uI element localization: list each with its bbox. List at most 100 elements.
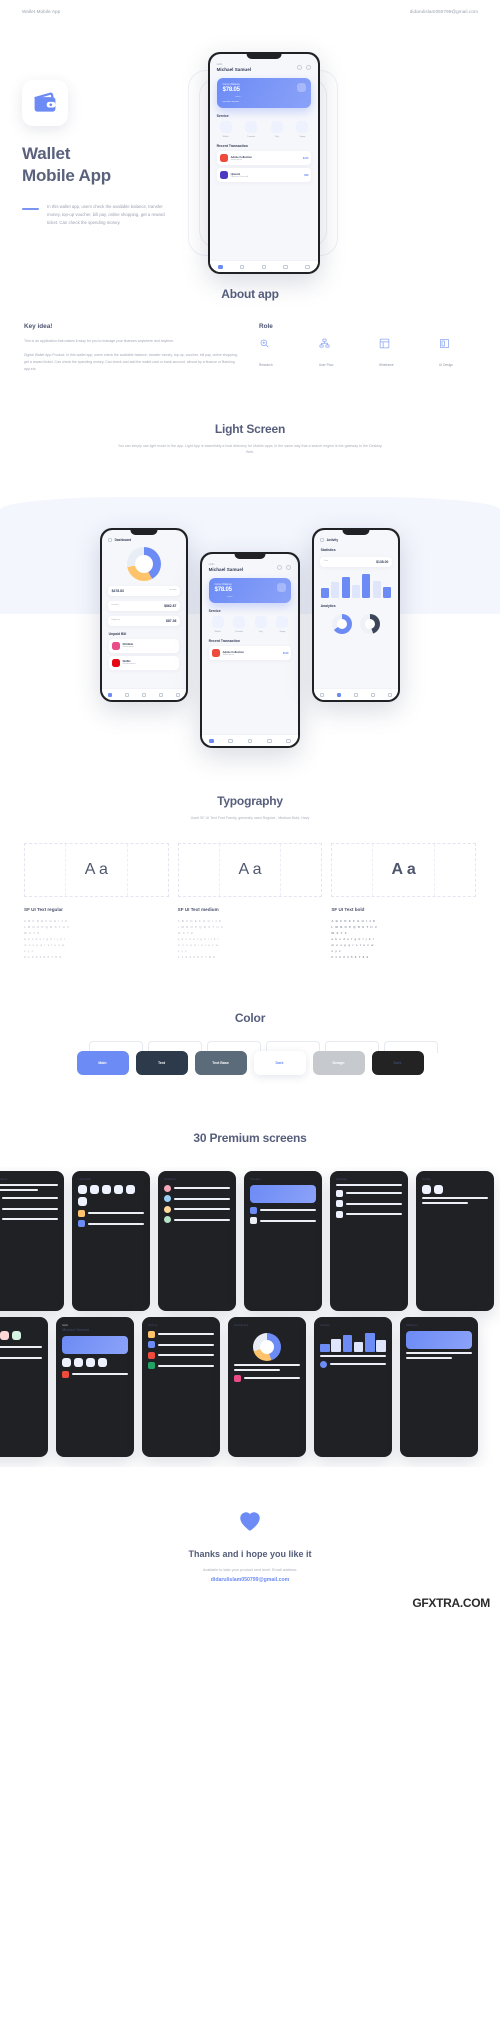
color-swatch-dark-light[interactable]: Dark (253, 1051, 306, 1076)
bell-icon[interactable] (306, 64, 312, 70)
service-item-topup[interactable]: Topup (273, 615, 291, 633)
heart-icon[interactable] (267, 738, 272, 744)
user-name: Michael Samuel (62, 1328, 90, 1333)
wallet-icon[interactable] (247, 738, 253, 744)
mini-balance-card (250, 1185, 316, 1204)
app-icon (234, 1374, 242, 1382)
phone-frame-home-center: Hello Michael Samuel Current Balance $78… (200, 551, 300, 748)
back-arrow-icon[interactable] (319, 537, 324, 542)
transaction-amount: $120 (302, 156, 309, 160)
transaction-sub: Payment Received (230, 175, 249, 178)
chip-cost[interactable]: Cost (324, 560, 329, 564)
service-item-pay[interactable]: Pay (268, 120, 286, 138)
mini-screen: Dashboard (229, 1318, 305, 1382)
app-icon (78, 1220, 86, 1228)
user-flow-icon (319, 338, 330, 348)
home-icon[interactable] (107, 692, 113, 698)
card-icon[interactable] (124, 692, 130, 698)
mini-row (62, 1370, 128, 1378)
bell-icon[interactable] (286, 564, 292, 570)
upwork-icon (219, 171, 228, 180)
transaction-row[interactable]: Adobe Collection Subscription $120 (216, 151, 312, 166)
balance-amount: $78.05 (214, 586, 232, 593)
profile-icon[interactable] (175, 692, 181, 698)
color-swatch-main[interactable]: Main (76, 1051, 129, 1076)
wallet-icon[interactable] (261, 264, 267, 270)
greeting-label: Hello (62, 1324, 69, 1328)
mini-title: Transfer (250, 1178, 261, 1182)
footer-title: Thanks and i hope you like it (188, 1549, 312, 1560)
recent-transaction-title: Recent Transaction (216, 144, 248, 149)
card-icon[interactable] (336, 692, 342, 698)
profile-icon[interactable] (387, 692, 393, 698)
bill-row[interactable]: Netflix Entertainment (108, 655, 180, 670)
dashboard-title: Dashboard (114, 537, 132, 542)
transfer-icon (245, 120, 258, 133)
user-name: Michael Samuel (208, 566, 244, 572)
dashboard-donut-chart (127, 546, 161, 581)
home-icon[interactable] (209, 738, 214, 744)
stat-value: $87.36 (166, 618, 177, 623)
about-section: About app Key idea! This is an applicati… (0, 279, 500, 380)
mini-bar (157, 1343, 214, 1346)
wallet-icon[interactable] (141, 692, 147, 698)
footer-email[interactable]: didarulislam050799@gmail.com (0, 1577, 500, 1583)
service-item-topup[interactable]: Topup (293, 120, 311, 138)
search-icon[interactable] (277, 564, 283, 570)
color-swatch-text-base[interactable]: Text Base (194, 1051, 247, 1076)
typography-cards: A a SF UI Text regular A B C D E F G H I… (0, 821, 500, 961)
color-swatch-dark[interactable]: Dark (371, 1051, 424, 1076)
search-icon[interactable] (297, 64, 303, 70)
transaction-row[interactable]: Adobe Collection Subscription $120 (208, 646, 292, 661)
avatar (164, 1205, 172, 1213)
swatch-wrap: Text (135, 1041, 202, 1076)
heart-icon[interactable] (158, 692, 164, 698)
mini-line (0, 1184, 58, 1187)
glyph-list: A B C D E F G H I J K L M N O P Q R S T … (331, 919, 476, 961)
card-number: **** **** **** 1234 (222, 95, 241, 98)
dashboard-stat-row: Income $862.87 (107, 600, 181, 611)
mini-line (234, 1364, 300, 1367)
mini-row (0, 1195, 58, 1202)
balance-card[interactable]: Current Balance $78.05 **** **** **** 12… (208, 577, 292, 603)
home-icon[interactable] (319, 692, 325, 698)
mini-screen: Contacts (159, 1172, 235, 1224)
card-icon[interactable] (239, 264, 245, 270)
mini-line (0, 1189, 38, 1192)
heart-icon[interactable] (283, 264, 288, 270)
bar (351, 585, 361, 598)
swatch-wrap: Dark (371, 1041, 438, 1076)
mini-row (0, 1354, 42, 1361)
phone-notch (246, 53, 282, 59)
home-icon[interactable] (218, 264, 223, 270)
bill-row[interactable]: Dribbble Subscription (108, 638, 180, 653)
service-item-wallet[interactable]: Wallet (209, 615, 227, 633)
service-item-pay[interactable]: Pay (252, 615, 270, 633)
service-item-transfer[interactable]: Transfer (230, 615, 248, 633)
color-swatch-text[interactable]: Text (135, 1051, 188, 1076)
phone-notch (130, 529, 158, 535)
bar (320, 1344, 330, 1353)
balance-card[interactable]: Current Balance $78.05 **** **** **** 12… (216, 77, 312, 108)
back-arrow-icon[interactable] (107, 537, 112, 542)
recent-transaction-title: Recent Transaction (208, 639, 240, 644)
profile-icon[interactable] (305, 264, 310, 270)
glyph-list: A B C D E F G H I J K L M N O P Q R S T … (178, 919, 323, 961)
transaction-row[interactable]: Upwork Payment Received $88 (216, 168, 312, 183)
bar (376, 1340, 386, 1353)
card-holder: Michael Samuel (222, 100, 239, 103)
pay-icon (270, 120, 283, 133)
heart-icon[interactable] (370, 692, 376, 698)
type-sample: A a (331, 843, 477, 898)
mini-phone: Settings (330, 1171, 408, 1312)
service-item-wallet[interactable]: Wallet (217, 120, 235, 138)
service-item-transfer[interactable]: Transfer (242, 120, 260, 138)
wallet-icon[interactable] (353, 692, 359, 698)
profile-icon[interactable] (286, 738, 291, 744)
analytics-title: Analytics (320, 603, 336, 608)
topup-icon (276, 615, 289, 628)
statistics-bar-chart (320, 572, 392, 598)
color-swatch-design[interactable]: Design (312, 1051, 365, 1076)
mini-screen: History (143, 1318, 219, 1370)
card-icon[interactable] (228, 738, 233, 744)
